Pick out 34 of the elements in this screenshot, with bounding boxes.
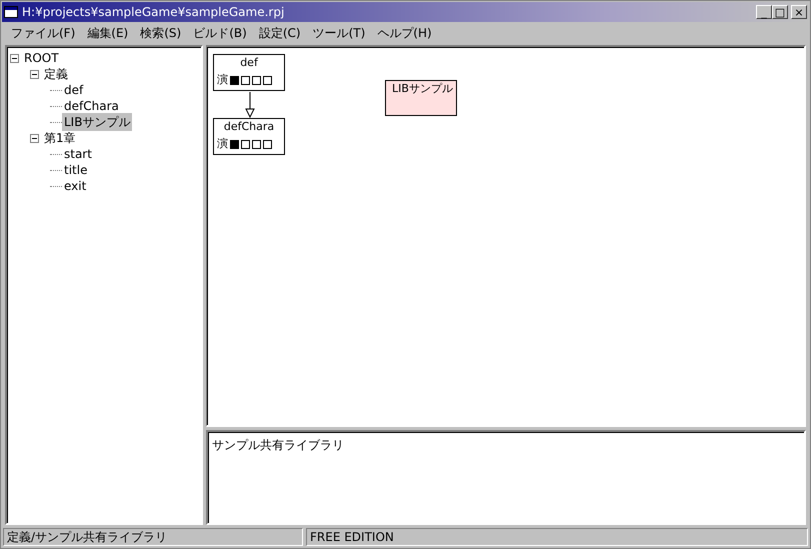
menu-item[interactable]: ツール(T) [306,24,372,42]
tree-item[interactable]: defChara [62,97,121,115]
scene-node[interactable]: defChara 演 [213,118,285,154]
library-node[interactable]: LIBサンプル [385,80,457,116]
scene-node[interactable]: def 演 [213,54,285,90]
status-text: FREE EDITION [306,528,808,546]
node-marker: 演 [217,72,228,88]
node-marker: 演 [217,136,228,152]
tree-item[interactable]: start [62,145,94,163]
window-icon [4,6,18,18]
tree-item[interactable]: 第1章 [42,129,78,147]
description-text: サンプル共有ライブラリ [212,438,344,452]
menu-item[interactable]: 設定(C) [252,24,307,42]
menu-item[interactable]: ファイル(F) [5,24,82,42]
menu-item[interactable]: ビルド(B) [187,24,253,42]
tree-item[interactable]: ROOT [22,49,61,67]
expand-toggle[interactable] [10,54,19,62]
node-title: def [239,55,260,71]
close-button[interactable]: × [791,5,807,19]
tree-item[interactable]: title [62,161,90,179]
menu-item[interactable]: ヘルプ(H) [371,24,438,42]
tree-item[interactable]: def [62,81,86,99]
node-title: defChara [222,119,276,135]
expand-toggle[interactable] [30,70,39,78]
expand-toggle[interactable] [30,134,39,142]
window-title: H:¥projects¥sampleGame¥sampleGame.rpj [22,4,284,21]
tree-item[interactable]: 定義 [42,65,70,83]
node-title: LIBサンプル [391,81,454,97]
menu-item[interactable]: 検索(S) [134,24,188,42]
tree-item[interactable]: exit [62,177,88,195]
menu-item[interactable]: 編集(E) [81,24,134,42]
maximize-button[interactable]: □ [772,5,788,19]
tree-item[interactable]: LIBサンプル [62,113,132,131]
status-text: 定義/サンプル共有ライブラリ [3,528,303,546]
